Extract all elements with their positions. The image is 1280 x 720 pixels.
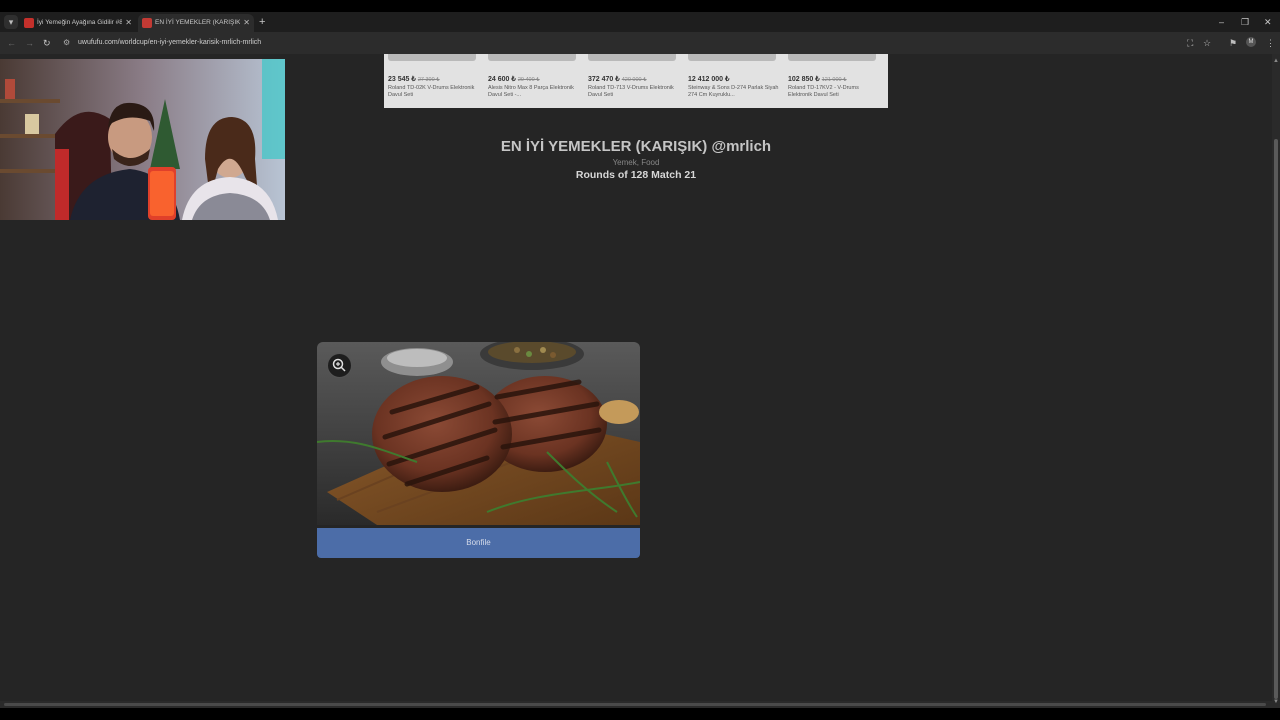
youtube-icon <box>24 18 34 28</box>
restore-icon[interactable]: ❐ <box>1241 16 1249 28</box>
back-icon[interactable]: ← <box>7 37 16 49</box>
browser-window: ▾ İyi Yemeğin Ayağına Gidilir #8 | ✕ EN … <box>0 12 1280 708</box>
close-window-icon[interactable]: ✕ <box>1264 16 1272 28</box>
food-image[interactable] <box>317 342 640 525</box>
choose-candidate-button[interactable]: Bonfile <box>317 528 640 558</box>
ad-product-name: Roland TD-17KV2 - V-Drums Elektronik Dav… <box>788 85 859 98</box>
ad-price: 12 412 000 ₺ <box>688 76 730 83</box>
webcam-overlay <box>0 59 285 220</box>
ad-item[interactable]: 24 600 ₺ 29 400 ₺ Alesis Nitro Max 8 Parç… <box>484 54 582 108</box>
tab-uwufufu[interactable]: EN İYİ YEMEKLER (KARIŞIK) @mrlich ✕ <box>138 14 254 32</box>
ad-item[interactable]: 372 470 ₺ 420 000 ₺ Roland TD-713 V-Drums… <box>584 54 682 108</box>
site-info-icon[interactable]: ⚙ <box>63 37 70 49</box>
ad-product-name: Alesis Nitro Max 8 Parça Elektronik Davu… <box>488 85 574 98</box>
ad-item[interactable]: 23 545 ₺ 27 300 ₺ Roland TD-02K V-Drums E… <box>384 54 482 108</box>
tab-youtube[interactable]: İyi Yemeğin Ayağına Gidilir #8 | ✕ <box>20 14 136 32</box>
horizontal-scrollbar-thumb[interactable] <box>4 703 1266 706</box>
ad-product-name: Steinway & Sons D-274 Parlak Siyah 274 C… <box>688 85 779 98</box>
avatar[interactable]: M <box>1246 37 1256 47</box>
ad-thumbnail <box>588 54 676 61</box>
tag-list: Yemek, Food <box>612 158 660 167</box>
ad-price: 102 850 ₺ 121 000 ₺ <box>788 76 847 83</box>
ad-banner[interactable]: 23 545 ₺ 27 300 ₺ Roland TD-02K V-Drums E… <box>384 54 888 108</box>
ad-thumbnail <box>488 54 576 61</box>
extensions-icon[interactable]: ⚑ <box>1229 37 1237 49</box>
close-icon[interactable]: ✕ <box>125 17 132 29</box>
ad-item[interactable]: 102 850 ₺ 121 000 ₺ Roland TD-17KV2 - V-D… <box>784 54 882 108</box>
chevron-down-icon[interactable]: ▾ <box>4 15 18 29</box>
tab-title: EN İYİ YEMEKLER (KARIŞIK) @mrlich <box>155 19 240 26</box>
ad-price: 23 545 ₺ 27 300 ₺ <box>388 76 440 83</box>
translate-icon[interactable]: ⛶ <box>1187 37 1193 49</box>
minimize-icon[interactable]: – <box>1219 16 1224 28</box>
ad-thumbnail <box>788 54 876 61</box>
ad-thumbnail <box>688 54 776 61</box>
ad-product-name: Roland TD-02K V-Drums Elektronik Davul S… <box>388 85 475 98</box>
ad-item[interactable]: 12 412 000 ₺ Steinway & Sons D-274 Parla… <box>684 54 782 108</box>
forward-icon[interactable]: → <box>25 37 34 49</box>
letterbox-bar <box>0 708 1280 720</box>
ad-price: 24 600 ₺ 29 400 ₺ <box>488 76 540 83</box>
page-title: EN İYİ YEMEKLER (KARIŞIK) @mrlich <box>500 138 772 155</box>
scrollbar-thumb[interactable] <box>1274 139 1278 699</box>
address-bar[interactable]: uwufufu.com/worldcup/en-iyi-yemekler-kar… <box>78 38 261 48</box>
tab-strip: ▾ İyi Yemeğin Ayağına Gidilir #8 | ✕ EN … <box>0 12 1280 32</box>
ad-price: 372 470 ₺ 420 000 ₺ <box>588 76 647 83</box>
browser-toolbar: ← → ↻ ⚙ uwufufu.com/worldcup/en-iyi-yeme… <box>0 32 1280 54</box>
scroll-up-icon[interactable]: ▲ <box>1273 58 1279 64</box>
tab-title: İyi Yemeğin Ayağına Gidilir #8 | <box>37 19 122 26</box>
bookmark-star-icon[interactable]: ☆ <box>1203 37 1211 49</box>
zoom-in-icon[interactable] <box>327 353 352 378</box>
uwufufu-icon <box>142 18 152 28</box>
close-icon[interactable]: ✕ <box>243 17 250 29</box>
candidate-card[interactable]: Bonfile <box>317 342 640 558</box>
reload-icon[interactable]: ↻ <box>43 37 51 49</box>
round-indicator: Rounds of 128 Match 21 <box>575 169 697 181</box>
kebab-menu-icon[interactable]: ⋮ <box>1266 37 1275 49</box>
ad-thumbnail <box>388 54 476 61</box>
ad-product-name: Roland TD-713 V-Drums Elektronik Davul S… <box>588 85 674 98</box>
plus-icon[interactable]: + <box>259 16 265 28</box>
scroll-down-icon[interactable]: ▼ <box>1273 699 1279 705</box>
